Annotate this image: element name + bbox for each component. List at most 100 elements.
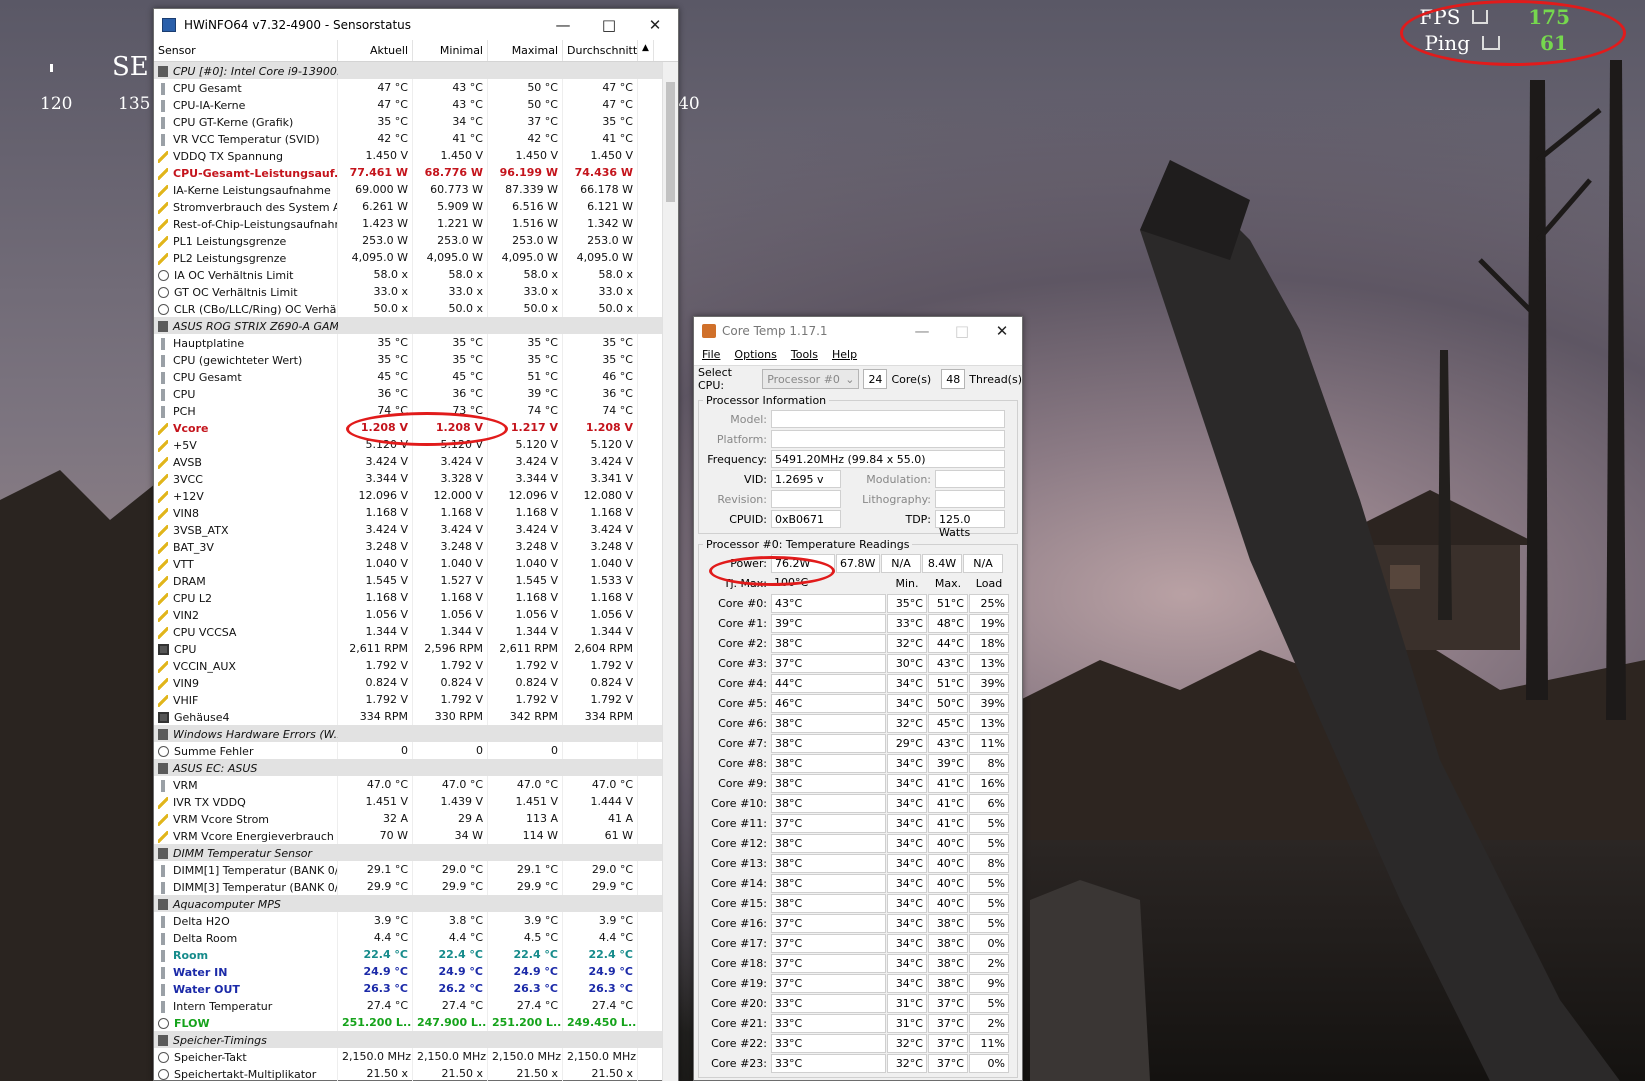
sensor-name: Vcore bbox=[173, 422, 209, 435]
sensor-row[interactable]: CLR (CBo/LLC/Ring) OC Verhäl... 50.0 x 50.… bbox=[154, 300, 664, 317]
menu-file[interactable]: File bbox=[702, 348, 720, 361]
sensor-row[interactable]: PL2 Leistungsgrenze 4,095.0 W 4,095.0 W 4,0… bbox=[154, 249, 664, 266]
coretemp-app-icon bbox=[702, 323, 716, 338]
sensor-group-row[interactable]: ASUS ROG STRIX Z690-A GAM... bbox=[154, 317, 664, 334]
sensor-row[interactable]: Intern Temperatur 27.4 °C 27.4 °C 27.4 °C 27… bbox=[154, 997, 664, 1014]
sensor-name-cell: Delta Room bbox=[154, 929, 338, 946]
core-row: Core #3: 37°C 30°C 43°C 13% bbox=[703, 653, 1013, 673]
volt-icon bbox=[158, 439, 168, 452]
sensor-row[interactable]: Water IN 24.9 °C 24.9 °C 24.9 °C 24.9 °C bbox=[154, 963, 664, 980]
sensor-row[interactable]: CPU 2,611 RPM 2,596 RPM 2,611 RPM 2,604 RPM bbox=[154, 640, 664, 657]
sensor-name: Water IN bbox=[173, 966, 228, 979]
sensor-row[interactable]: GT OC Verhältnis Limit 33.0 x 33.0 x 33.0 x… bbox=[154, 283, 664, 300]
sensor-row[interactable]: Gehäuse4 334 RPM 330 RPM 342 RPM 334 RPM bbox=[154, 708, 664, 725]
sensor-row[interactable]: CPU L2 1.168 V 1.168 V 1.168 V 1.168 V bbox=[154, 589, 664, 606]
value-min: 12.000 V bbox=[413, 487, 488, 504]
sensor-row[interactable]: Water OUT 26.3 °C 26.2 °C 26.3 °C 26.3 °C bbox=[154, 980, 664, 997]
column-header-sensor[interactable]: Sensor bbox=[154, 40, 338, 61]
value-current: 12.096 V bbox=[338, 487, 413, 504]
sensor-row[interactable]: PL1 Leistungsgrenze 253.0 W 253.0 W 253.0 W… bbox=[154, 232, 664, 249]
sensor-row[interactable]: CPU Gesamt 45 °C 45 °C 51 °C 46 °C bbox=[154, 368, 664, 385]
sensor-row[interactable]: Rest-of-Chip-Leistungsaufnahme 1.423 W 1.2… bbox=[154, 215, 664, 232]
sensor-row[interactable]: IA OC Verhältnis Limit 58.0 x 58.0 x 58.0 x… bbox=[154, 266, 664, 283]
sensor-group-row[interactable]: DIMM Temperatur Sensor bbox=[154, 844, 664, 861]
vertical-scrollbar[interactable] bbox=[662, 62, 678, 1081]
minimize-button[interactable]: — bbox=[540, 9, 586, 40]
sensor-group-row[interactable]: Aquacomputer MPS bbox=[154, 895, 664, 912]
sensor-row[interactable]: VIN9 0.824 V 0.824 V 0.824 V 0.824 V bbox=[154, 674, 664, 691]
sensor-row[interactable]: Stromverbrauch des System A... 6.261 W 5.9… bbox=[154, 198, 664, 215]
sensor-row[interactable]: VRM 47.0 °C 47.0 °C 47.0 °C 47.0 °C bbox=[154, 776, 664, 793]
sensor-group-row[interactable]: ASUS EC: ASUS bbox=[154, 759, 664, 776]
minimize-button[interactable]: — bbox=[902, 315, 942, 346]
hwinfo-titlebar[interactable]: HWiNFO64 v7.32-4900 - Sensorstatus — □ ✕ bbox=[154, 9, 678, 40]
close-button[interactable]: ✕ bbox=[632, 9, 678, 40]
sensor-row[interactable]: CPU Gesamt 47 °C 43 °C 50 °C 47 °C bbox=[154, 79, 664, 96]
column-header-current[interactable]: Aktuell bbox=[338, 40, 413, 61]
menu-tools[interactable]: Tools bbox=[791, 348, 818, 361]
sensor-name-cell: Intern Temperatur bbox=[154, 997, 338, 1014]
sensor-row[interactable]: BAT_3V 3.248 V 3.248 V 3.248 V 3.248 V bbox=[154, 538, 664, 555]
sensor-row[interactable]: CPU 36 °C 36 °C 39 °C 36 °C bbox=[154, 385, 664, 402]
sensor-row[interactable]: VHIF 1.792 V 1.792 V 1.792 V 1.792 V bbox=[154, 691, 664, 708]
sensor-group-row[interactable]: Windows Hardware Errors (W... bbox=[154, 725, 664, 742]
sensor-row[interactable]: 3VSB_ATX 3.424 V 3.424 V 3.424 V 3.424 V bbox=[154, 521, 664, 538]
sensor-row[interactable]: Speicher-Takt 2,150.0 MHz 2,150.0 MHz 2,150… bbox=[154, 1048, 664, 1065]
sensor-name: VIN2 bbox=[173, 609, 199, 622]
sensor-row[interactable]: DIMM[1] Temperatur (BANK 0/... 29.1 °C 29.… bbox=[154, 861, 664, 878]
sensor-name: DIMM[1] Temperatur (BANK 0/... bbox=[173, 864, 338, 877]
sensor-row[interactable]: VCCIN_AUX 1.792 V 1.792 V 1.792 V 1.792 V bbox=[154, 657, 664, 674]
sensor-group-row[interactable]: Speicher-Timings bbox=[154, 1031, 664, 1048]
column-header-max[interactable]: Maximal bbox=[488, 40, 563, 61]
select-cpu-dropdown[interactable]: Processor #0 ⌄ bbox=[762, 369, 860, 389]
chevron-down-icon: ⌄ bbox=[845, 373, 855, 386]
sensor-row[interactable]: Speichertakt-Multiplikator 21.50 x 21.50 x… bbox=[154, 1065, 664, 1081]
sensor-name: BAT_3V bbox=[173, 541, 214, 554]
coretemp-titlebar[interactable]: Core Temp 1.17.1 — □ ✕ bbox=[694, 317, 1022, 344]
sensor-row[interactable]: VRM Vcore Energieverbrauch 70 W 34 W 114 W6… bbox=[154, 827, 664, 844]
sensor-row[interactable]: VR VCC Temperatur (SVID) 42 °C 41 °C 42 °C 4… bbox=[154, 130, 664, 147]
close-button[interactable]: ✕ bbox=[982, 315, 1022, 346]
menu-help[interactable]: Help bbox=[832, 348, 857, 361]
sensor-row[interactable]: VIN8 1.168 V 1.168 V 1.168 V 1.168 V bbox=[154, 504, 664, 521]
column-header-min[interactable]: Minimal bbox=[413, 40, 488, 61]
menu-options[interactable]: Options bbox=[734, 348, 776, 361]
sensor-name: ASUS ROG STRIX Z690-A GAM... bbox=[173, 320, 338, 333]
scrollbar-thumb[interactable] bbox=[666, 82, 675, 202]
sensor-row[interactable]: Delta H2O 3.9 °C 3.8 °C 3.9 °C 3.9 °C bbox=[154, 912, 664, 929]
scroll-up-arrow-icon[interactable]: ▲ bbox=[638, 40, 654, 61]
maximize-button[interactable]: □ bbox=[586, 9, 632, 40]
sensor-row[interactable]: VIN2 1.056 V 1.056 V 1.056 V 1.056 V bbox=[154, 606, 664, 623]
sensor-row[interactable]: FLOW 251.200 L... 247.900 L... 251.200 L...… bbox=[154, 1014, 664, 1031]
value-avg: 47 °C bbox=[563, 96, 638, 113]
sensor-group-row[interactable]: CPU [#0]: Intel Core i9-13900... bbox=[154, 62, 664, 79]
compass-marker bbox=[50, 64, 53, 72]
sensor-row[interactable]: Summe Fehler 0 0 0 bbox=[154, 742, 664, 759]
sensor-rows: CPU [#0]: Intel Core i9-13900... CPU Gesa… bbox=[154, 62, 664, 1081]
sensor-row[interactable]: CPU GT-Kerne (Grafik) 35 °C 34 °C 37 °C 35 °… bbox=[154, 113, 664, 130]
sensor-row[interactable]: VDDQ TX Spannung 1.450 V 1.450 V 1.450 V 1.4… bbox=[154, 147, 664, 164]
sensor-row[interactable]: Room 22.4 °C 22.4 °C 22.4 °C 22.4 °C bbox=[154, 946, 664, 963]
core-label: Core #7: bbox=[718, 736, 767, 750]
value-min: 3.8 °C bbox=[413, 912, 488, 929]
sensor-row[interactable]: CPU (gewichteter Wert) 35 °C 35 °C 35 °C 35 … bbox=[154, 351, 664, 368]
core-max-temp: 37°C bbox=[928, 993, 968, 1013]
sensor-row[interactable]: DIMM[3] Temperatur (BANK 0/... 29.9 °C 29.… bbox=[154, 878, 664, 895]
sensor-row[interactable]: AVSB 3.424 V 3.424 V 3.424 V 3.424 V bbox=[154, 453, 664, 470]
column-header-avg[interactable]: Durchschnitt bbox=[563, 40, 638, 61]
sensor-row[interactable]: Delta Room 4.4 °C 4.4 °C 4.5 °C 4.4 °C bbox=[154, 929, 664, 946]
sensor-row[interactable]: +12V 12.096 V 12.000 V 12.096 V 12.080 V bbox=[154, 487, 664, 504]
sensor-row[interactable]: CPU-IA-Kerne 47 °C 43 °C 50 °C 47 °C bbox=[154, 96, 664, 113]
power-icon bbox=[158, 167, 168, 180]
platform-label: Platform: bbox=[716, 432, 767, 446]
sensor-row[interactable]: VRM Vcore Strom 32 A 29 A 113 A 41 A bbox=[154, 810, 664, 827]
maximize-button[interactable]: □ bbox=[942, 315, 982, 346]
sensor-row[interactable]: IVR TX VDDQ 1.451 V 1.439 V 1.451 V 1.444 V bbox=[154, 793, 664, 810]
sensor-row[interactable]: VTT 1.040 V 1.040 V 1.040 V 1.040 V bbox=[154, 555, 664, 572]
sensor-row[interactable]: CPU VCCSA 1.344 V 1.344 V 1.344 V 1.344 V bbox=[154, 623, 664, 640]
sensor-row[interactable]: DRAM 1.545 V 1.527 V 1.545 V 1.533 V bbox=[154, 572, 664, 589]
sensor-row[interactable]: Hauptplatine 35 °C 35 °C 35 °C 35 °C bbox=[154, 334, 664, 351]
sensor-row[interactable]: CPU-Gesamt-Leistungsauf... 77.461 W 68.776… bbox=[154, 164, 664, 181]
sensor-row[interactable]: 3VCC 3.344 V 3.328 V 3.344 V 3.341 V bbox=[154, 470, 664, 487]
sensor-row[interactable]: IA-Kerne Leistungsaufnahme 69.000 W 60.773… bbox=[154, 181, 664, 198]
